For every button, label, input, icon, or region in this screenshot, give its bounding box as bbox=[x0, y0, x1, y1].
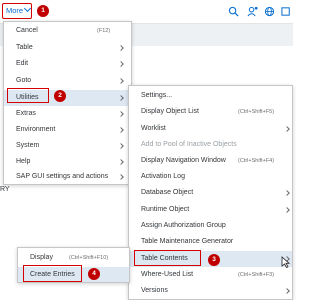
menu-item-extras[interactable]: Extras bbox=[4, 107, 131, 121]
menu-item-help[interactable]: Help bbox=[4, 155, 131, 169]
search-icon[interactable] bbox=[228, 6, 239, 17]
menu-item-label: Where-Used List bbox=[141, 271, 194, 278]
chevron-right-icon bbox=[118, 159, 124, 165]
chevron-right-icon bbox=[284, 126, 290, 132]
menu-item-label: Database Object bbox=[141, 189, 194, 196]
menu-item-database-object[interactable]: Database Object bbox=[129, 186, 292, 200]
chevron-right-icon bbox=[118, 143, 124, 149]
menu-item-where-used-list[interactable]: Where-Used List (Ctrl+Shift+F3) bbox=[129, 268, 292, 282]
menu-item-versions[interactable]: Versions bbox=[129, 284, 292, 298]
chevron-down-icon bbox=[24, 4, 32, 13]
menu-item-label: Assign Authorization Group bbox=[141, 222, 226, 229]
utilities-submenu: Settings... Display Object List (Ctrl+Sh… bbox=[128, 85, 293, 300]
chevron-right-icon bbox=[118, 61, 124, 67]
menu-item-display-navigation-window[interactable]: Display Navigation Window (Ctrl+Shift+F4… bbox=[129, 154, 292, 168]
user-help-icon[interactable] bbox=[247, 6, 258, 17]
highlight-box-create-entries bbox=[23, 265, 82, 282]
menu-item-shortcut: (Ctrl+Shift+F10) bbox=[69, 255, 109, 261]
menu-item-label: Display Navigation Window bbox=[141, 157, 226, 164]
menu-item-label: Versions bbox=[141, 287, 168, 294]
step-badge-4: 4 bbox=[88, 268, 100, 280]
menu-item-worklist[interactable]: Worklist bbox=[129, 122, 292, 136]
menu-item-sap-gui-settings[interactable]: SAP GUI settings and actions bbox=[4, 170, 131, 184]
menu-item-label: System bbox=[16, 142, 40, 149]
menu-item-label: Table Maintenance Generator bbox=[141, 238, 234, 245]
menu-item-label: Edit bbox=[16, 60, 29, 67]
menu-item-assign-authorization-group[interactable]: Assign Authorization Group bbox=[129, 219, 292, 233]
chevron-right-icon bbox=[118, 174, 124, 180]
menu-item-label: Table bbox=[16, 44, 33, 51]
more-button[interactable]: More bbox=[2, 3, 32, 19]
menu-item-cancel[interactable]: Cancel (F12) bbox=[4, 24, 131, 38]
more-label: More bbox=[6, 6, 24, 15]
menu-item-add-to-pool[interactable]: Add to Pool of Inactive Objects bbox=[129, 138, 292, 152]
menu-item-shortcut: (F12) bbox=[97, 28, 111, 34]
menu-item-shortcut: (Ctrl+Shift+F5) bbox=[238, 109, 275, 115]
menu-item-display[interactable]: Display (Ctrl+Shift+F10) bbox=[18, 251, 129, 265]
highlight-box-table-contents bbox=[134, 250, 201, 266]
menu-item-label: Settings... bbox=[141, 92, 173, 99]
menu-item-label: Cancel bbox=[16, 27, 38, 34]
step-badge-3: 3 bbox=[208, 254, 220, 266]
menu-item-label: Extras bbox=[16, 110, 36, 117]
menu-item-display-object-list[interactable]: Display Object List (Ctrl+Shift+F5) bbox=[129, 105, 292, 119]
menu-item-label: Display bbox=[30, 254, 53, 261]
menu-item-label: Help bbox=[16, 158, 31, 165]
menu-item-label: Goto bbox=[16, 77, 32, 84]
menu-item-table-maintenance-generator[interactable]: Table Maintenance Generator bbox=[129, 235, 292, 249]
menu-item-label: Display Object List bbox=[141, 108, 199, 115]
chevron-right-icon bbox=[118, 45, 124, 51]
menu-item-label: Runtime Object bbox=[141, 206, 190, 213]
mouse-cursor-icon bbox=[281, 256, 290, 268]
menu-item-shortcut: (Ctrl+Shift+F3) bbox=[238, 272, 275, 278]
menu-item-shortcut: (Ctrl+Shift+F4) bbox=[238, 158, 275, 164]
menu-item-runtime-object[interactable]: Runtime Object bbox=[129, 203, 292, 217]
menu-item-label: Worklist bbox=[141, 125, 166, 132]
step-badge-2: 2 bbox=[54, 90, 66, 102]
highlight-box-utilities bbox=[7, 88, 49, 103]
more-menu: Cancel (F12) Table Edit Goto Utilities E… bbox=[3, 21, 132, 185]
chevron-right-icon bbox=[284, 190, 290, 196]
menu-item-system[interactable]: System bbox=[4, 139, 131, 153]
globe-icon[interactable] bbox=[264, 6, 275, 17]
chevron-right-icon bbox=[118, 127, 124, 133]
menu-item-goto[interactable]: Goto bbox=[4, 74, 131, 88]
menu-item-table[interactable]: Table bbox=[4, 41, 131, 55]
menu-item-environment[interactable]: Environment bbox=[4, 123, 131, 137]
menu-item-settings[interactable]: Settings... bbox=[129, 89, 292, 103]
menu-item-label: SAP GUI settings and actions bbox=[16, 173, 109, 180]
menu-item-label: Activation Log bbox=[141, 173, 185, 180]
step-badge-1: 1 bbox=[37, 5, 49, 17]
chevron-right-icon bbox=[118, 111, 124, 117]
chevron-right-icon bbox=[118, 78, 124, 84]
menu-item-activation-log[interactable]: Activation Log bbox=[129, 170, 292, 184]
chevron-right-icon bbox=[284, 207, 290, 213]
chevron-right-icon bbox=[118, 95, 124, 101]
menu-item-label: Add to Pool of Inactive Objects bbox=[141, 141, 237, 148]
exit-icon[interactable] bbox=[281, 6, 292, 17]
menu-item-edit[interactable]: Edit bbox=[4, 57, 131, 71]
chevron-right-icon bbox=[284, 288, 290, 294]
menu-item-label: Environment bbox=[16, 126, 56, 133]
background-fragment-left: RY bbox=[0, 186, 10, 193]
